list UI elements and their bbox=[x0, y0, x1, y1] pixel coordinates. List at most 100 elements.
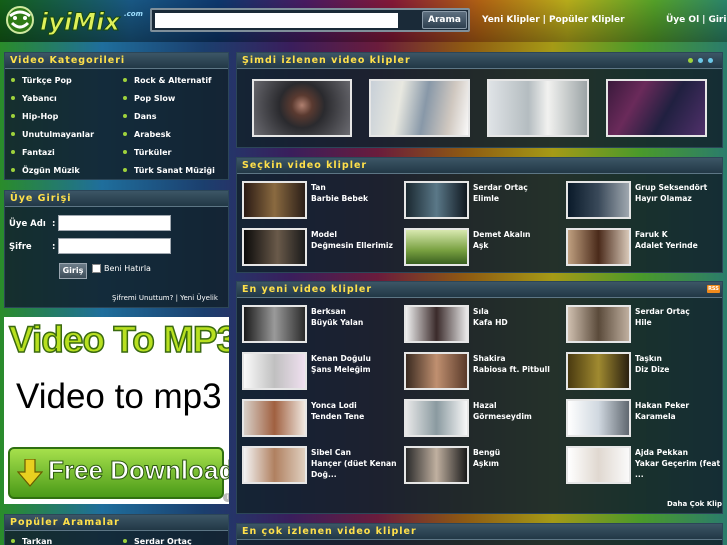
carousel-dot[interactable] bbox=[708, 58, 713, 63]
latest-thumb[interactable] bbox=[404, 305, 469, 343]
song-name[interactable]: Hile bbox=[635, 318, 652, 327]
latest-item-text[interactable]: Bengü Aşkım bbox=[473, 447, 500, 469]
artist-name[interactable]: Serdar Ortaç bbox=[635, 307, 690, 316]
category-link[interactable]: Rock & Alternatif bbox=[123, 76, 212, 85]
artist-name[interactable]: Sıla bbox=[473, 307, 489, 316]
artist-name[interactable]: Demet Akalın bbox=[473, 230, 530, 239]
song-name[interactable]: Barbie Bebek bbox=[311, 194, 368, 203]
remember-label[interactable]: Beni Hatırla bbox=[104, 264, 151, 273]
latest-item-text[interactable]: Kenan Doğulu Şans Meleğim bbox=[311, 353, 371, 375]
song-name[interactable]: Elimle bbox=[473, 194, 499, 203]
artist-name[interactable]: Hazal bbox=[473, 401, 497, 410]
song-name[interactable]: Şans Meleğim bbox=[311, 365, 371, 374]
rss-icon[interactable]: RSS bbox=[707, 285, 720, 293]
category-link[interactable]: Arabesk bbox=[123, 130, 171, 139]
password-input[interactable] bbox=[58, 238, 171, 254]
ad-download-button[interactable]: Free Download bbox=[8, 447, 229, 499]
song-name[interactable]: Değmesin Ellerimiz bbox=[311, 241, 393, 250]
latest-thumb[interactable] bbox=[566, 305, 631, 343]
ad-banner[interactable]: Video To MP3 Video to mp3 Free Download … bbox=[4, 317, 229, 504]
popular-search-link[interactable]: Serdar Ortaç bbox=[123, 537, 192, 545]
latest-item-text[interactable]: Sibel Can Hançer (düet Kenan Doğ... bbox=[311, 447, 397, 480]
artist-name[interactable]: Ajda Pekkan bbox=[635, 448, 688, 457]
artist-name[interactable]: Yonca Lodi bbox=[311, 401, 357, 410]
artist-name[interactable]: Berksan bbox=[311, 307, 346, 316]
artist-name[interactable]: Faruk K bbox=[635, 230, 668, 239]
register-link[interactable]: Yeni Üyelik bbox=[180, 294, 218, 302]
remember-checkbox[interactable] bbox=[92, 264, 101, 273]
featured-item-text[interactable]: Serdar Ortaç Elimle bbox=[473, 182, 528, 204]
latest-item-text[interactable]: Hazal Görmeseydim bbox=[473, 400, 532, 422]
category-link[interactable]: Türk Sanat Müziği bbox=[123, 166, 215, 175]
search-button[interactable]: Arama bbox=[422, 11, 467, 29]
featured-thumb[interactable] bbox=[566, 228, 631, 266]
category-link[interactable]: Dans bbox=[123, 112, 157, 121]
featured-item-text[interactable]: Faruk K Adalet Yerinde bbox=[635, 229, 698, 251]
featured-thumb[interactable] bbox=[242, 228, 307, 266]
login-link[interactable]: Giriş bbox=[708, 15, 727, 25]
featured-item-text[interactable]: Grup Seksendört Hayır Olamaz bbox=[635, 182, 707, 204]
featured-item-text[interactable]: Demet Akalın Aşk bbox=[473, 229, 530, 251]
latest-item-text[interactable]: Yonca Lodi Tenden Tene bbox=[311, 400, 364, 422]
song-name[interactable]: Aşkım bbox=[473, 459, 499, 468]
featured-thumb[interactable] bbox=[242, 181, 307, 219]
song-name[interactable]: Büyük Yalan bbox=[311, 318, 363, 327]
featured-item-text[interactable]: Model Değmesin Ellerimiz bbox=[311, 229, 393, 251]
latest-thumb[interactable] bbox=[404, 446, 469, 484]
now-watching-thumb[interactable] bbox=[252, 79, 352, 137]
latest-item-text[interactable]: Sıla Kafa HD bbox=[473, 306, 508, 328]
login-submit-button[interactable]: Giriş bbox=[59, 263, 87, 279]
latest-thumb[interactable] bbox=[242, 446, 307, 484]
song-name-overflow[interactable]: ... bbox=[635, 470, 644, 479]
song-name-overflow[interactable]: Doğ... bbox=[311, 470, 337, 479]
featured-thumb[interactable] bbox=[566, 181, 631, 219]
artist-name[interactable]: Sibel Can bbox=[311, 448, 351, 457]
category-link[interactable]: Yabancı bbox=[11, 94, 57, 103]
latest-item-text[interactable]: Ajda Pekkan Yakar Geçerim (feat... bbox=[635, 447, 720, 480]
song-name[interactable]: Tenden Tene bbox=[311, 412, 364, 421]
song-name[interactable]: Hayır Olamaz bbox=[635, 194, 692, 203]
song-name[interactable]: Aşk bbox=[473, 241, 488, 250]
carousel-dot[interactable] bbox=[688, 58, 693, 63]
now-watching-thumb[interactable] bbox=[369, 79, 470, 137]
popular-search-link[interactable]: Tarkan bbox=[11, 537, 52, 545]
artist-name[interactable]: Kenan Doğulu bbox=[311, 354, 371, 363]
category-link[interactable]: Türküler bbox=[123, 148, 171, 157]
song-name[interactable]: Adalet Yerinde bbox=[635, 241, 698, 250]
latest-item-text[interactable]: Taşkın Diz Dize bbox=[635, 353, 669, 375]
latest-thumb[interactable] bbox=[242, 305, 307, 343]
search-input[interactable] bbox=[155, 13, 398, 28]
latest-thumb[interactable] bbox=[404, 399, 469, 437]
featured-thumb[interactable] bbox=[404, 181, 469, 219]
more-clips-link[interactable]: Daha Çok Klip bbox=[667, 500, 722, 508]
song-name[interactable]: Hançer (düet Kenan bbox=[311, 459, 397, 468]
category-link[interactable]: Özgün Müzik bbox=[11, 166, 80, 175]
site-logo[interactable]: iyiMix .com bbox=[4, 4, 146, 36]
latest-item-text[interactable]: Berksan Büyük Yalan bbox=[311, 306, 363, 328]
latest-item-text[interactable]: Hakan Peker Karamela bbox=[635, 400, 689, 422]
latest-thumb[interactable] bbox=[566, 399, 631, 437]
artist-name[interactable]: Bengü bbox=[473, 448, 500, 457]
artist-name[interactable]: Taşkın bbox=[635, 354, 662, 363]
ad-info-icon[interactable]: i bbox=[223, 493, 229, 502]
latest-thumb[interactable] bbox=[242, 399, 307, 437]
featured-thumb[interactable] bbox=[404, 228, 469, 266]
song-name[interactable]: Görmeseydim bbox=[473, 412, 532, 421]
nav-new-clips[interactable]: Yeni Klipler bbox=[482, 15, 540, 25]
artist-name[interactable]: Model bbox=[311, 230, 337, 239]
latest-thumb[interactable] bbox=[404, 352, 469, 390]
artist-name[interactable]: Grup Seksendört bbox=[635, 183, 707, 192]
category-link[interactable]: Hip-Hop bbox=[11, 112, 58, 121]
artist-name[interactable]: Tan bbox=[311, 183, 326, 192]
song-name[interactable]: Diz Dize bbox=[635, 365, 669, 374]
now-watching-thumb[interactable] bbox=[487, 79, 589, 137]
song-name[interactable]: Yakar Geçerim (feat bbox=[635, 459, 720, 468]
artist-name[interactable]: Serdar Ortaç bbox=[473, 183, 528, 192]
artist-name[interactable]: Shakira bbox=[473, 354, 506, 363]
latest-thumb[interactable] bbox=[566, 352, 631, 390]
song-name[interactable]: Kafa HD bbox=[473, 318, 508, 327]
featured-item-text[interactable]: Tan Barbie Bebek bbox=[311, 182, 368, 204]
latest-thumb[interactable] bbox=[242, 352, 307, 390]
latest-thumb[interactable] bbox=[566, 446, 631, 484]
carousel-dot[interactable] bbox=[698, 58, 703, 63]
